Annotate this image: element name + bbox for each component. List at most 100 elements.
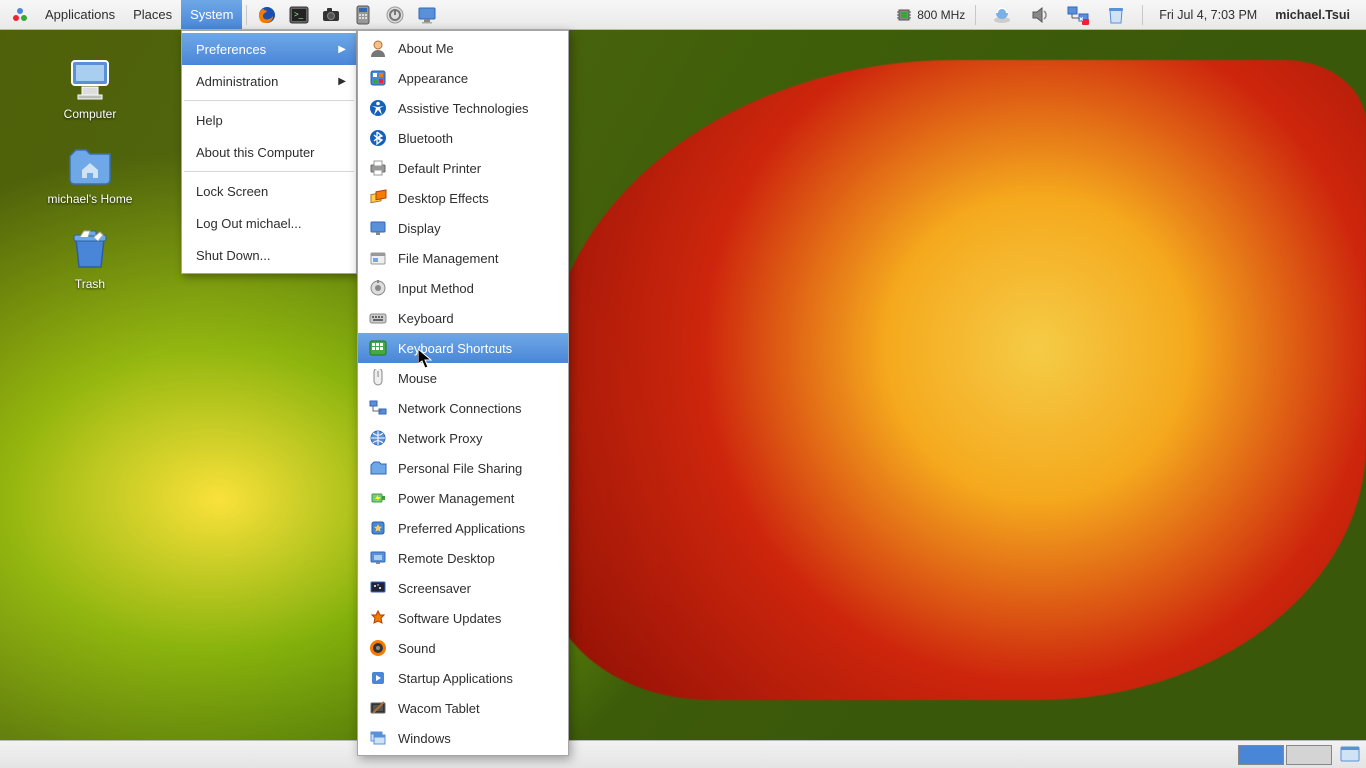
preferences-item-bluetooth[interactable]: Bluetooth [358, 123, 568, 153]
cpu-freq-label: 800 MHz [917, 8, 965, 22]
a11y-icon [368, 98, 388, 118]
desktop-icon-trash[interactable]: Trash [40, 225, 140, 291]
cpu-freq-applet[interactable]: 800 MHz [895, 6, 965, 24]
show-desktop-icon[interactable] [1338, 745, 1362, 765]
mouse-icon [368, 368, 388, 388]
system-menu-help[interactable]: Help [182, 104, 356, 136]
preferences-item-label: Preferred Applications [398, 521, 525, 536]
preferences-item-net-proxy[interactable]: Network Proxy [358, 423, 568, 453]
preferences-item-appearance[interactable]: Appearance [358, 63, 568, 93]
system-menu-administration[interactable]: Administration▶ [182, 65, 356, 97]
workspace-pager[interactable] [1236, 743, 1334, 767]
preferences-item-label: Power Management [398, 491, 514, 506]
system-menu: Preferences▶ Administration▶ Help About … [181, 30, 357, 274]
preferences-item-label: Bluetooth [398, 131, 453, 146]
desktop-icon-label: michael's Home [40, 192, 140, 206]
preferences-item-label: Desktop Effects [398, 191, 489, 206]
preferences-item-remote[interactable]: Remote Desktop [358, 543, 568, 573]
menu-item-label: Lock Screen [196, 184, 268, 199]
preferences-item-label: About Me [398, 41, 454, 56]
preferences-item-input[interactable]: Input Method [358, 273, 568, 303]
preferences-item-a11y[interactable]: Assistive Technologies [358, 93, 568, 123]
menu-separator [184, 171, 354, 172]
preferences-item-shortcuts[interactable]: Keyboard Shortcuts [358, 333, 568, 363]
net-proxy-icon [368, 428, 388, 448]
preferences-item-preferred[interactable]: Preferred Applications [358, 513, 568, 543]
printer-icon [368, 158, 388, 178]
preferences-item-power[interactable]: Power Management [358, 483, 568, 513]
menu-places[interactable]: Places [124, 0, 181, 29]
trash-tray-icon[interactable] [1105, 4, 1127, 26]
clock-label: Fri Jul 4, 7:03 PM [1159, 8, 1257, 22]
preferences-item-keyboard[interactable]: Keyboard [358, 303, 568, 333]
preferred-icon [368, 518, 388, 538]
workspace-2[interactable] [1286, 745, 1332, 765]
menu-applications[interactable]: Applications [36, 0, 124, 29]
system-menu-preferences[interactable]: Preferences▶ [182, 33, 356, 65]
preferences-item-label: Display [398, 221, 441, 236]
preferences-item-effects[interactable]: Desktop Effects [358, 183, 568, 213]
distributor-logo-icon[interactable] [9, 4, 31, 26]
net-conn-icon [368, 398, 388, 418]
sound-icon [368, 638, 388, 658]
preferences-item-label: File Management [398, 251, 498, 266]
preferences-item-windows[interactable]: Windows [358, 723, 568, 753]
system-menu-shutdown[interactable]: Shut Down... [182, 239, 356, 271]
panel-right: 800 MHz Fri Jul 4, 7:03 PM michael.Tsui [895, 0, 1362, 29]
preferences-item-display[interactable]: Display [358, 213, 568, 243]
user-menu[interactable]: michael.Tsui [1269, 8, 1356, 22]
menu-item-label: Log Out michael... [196, 216, 302, 231]
terminal-icon[interactable]: >_ [288, 4, 310, 26]
submenu-arrow-icon: ▶ [338, 76, 346, 87]
clock-applet[interactable]: Fri Jul 4, 7:03 PM [1153, 8, 1263, 22]
panel-left: Applications Places System >_ [4, 0, 443, 29]
desktop-icon-home[interactable]: michael's Home [40, 140, 140, 206]
preferences-item-label: Keyboard Shortcuts [398, 341, 512, 356]
panel-separator [1142, 5, 1143, 25]
preferences-item-person[interactable]: About Me [358, 33, 568, 63]
system-menu-logout[interactable]: Log Out michael... [182, 207, 356, 239]
windows-icon [368, 728, 388, 748]
menu-applications-label: Applications [45, 7, 115, 22]
preferences-item-printer[interactable]: Default Printer [358, 153, 568, 183]
preferences-item-label: Default Printer [398, 161, 481, 176]
preferences-item-screensaver[interactable]: Screensaver [358, 573, 568, 603]
system-menu-lock[interactable]: Lock Screen [182, 175, 356, 207]
effects-icon [368, 188, 388, 208]
preferences-item-startup[interactable]: Startup Applications [358, 663, 568, 693]
home-folder-icon [66, 140, 114, 188]
preferences-item-file-share[interactable]: Personal File Sharing [358, 453, 568, 483]
preferences-item-updates[interactable]: Software Updates [358, 603, 568, 633]
bluetooth-icon [368, 128, 388, 148]
monitor-icon[interactable] [416, 4, 438, 26]
software-update-icon[interactable] [991, 4, 1013, 26]
firefox-icon[interactable] [256, 4, 278, 26]
workspace-1[interactable] [1238, 745, 1284, 765]
appearance-icon [368, 68, 388, 88]
person-icon [368, 38, 388, 58]
menu-item-label: About this Computer [196, 145, 315, 160]
power-icon [368, 488, 388, 508]
preferences-item-label: Windows [398, 731, 451, 746]
menu-system-label: System [190, 7, 233, 22]
power-button-icon[interactable] [384, 4, 406, 26]
network-icon[interactable] [1067, 4, 1089, 26]
calculator-icon[interactable] [352, 4, 374, 26]
screensaver-icon [368, 578, 388, 598]
preferences-item-file-mgr[interactable]: File Management [358, 243, 568, 273]
preferences-item-label: Input Method [398, 281, 474, 296]
menu-item-label: Help [196, 113, 223, 128]
preferences-item-label: Wacom Tablet [398, 701, 480, 716]
camera-icon[interactable] [320, 4, 342, 26]
menu-system[interactable]: System [181, 0, 242, 29]
preferences-item-net-conn[interactable]: Network Connections [358, 393, 568, 423]
volume-icon[interactable] [1029, 4, 1051, 26]
preferences-item-label: Sound [398, 641, 436, 656]
desktop-icon-computer[interactable]: Computer [40, 55, 140, 121]
system-menu-about[interactable]: About this Computer [182, 136, 356, 168]
preferences-item-wacom[interactable]: Wacom Tablet [358, 693, 568, 723]
preferences-item-mouse[interactable]: Mouse [358, 363, 568, 393]
preferences-item-sound[interactable]: Sound [358, 633, 568, 663]
trash-icon [66, 225, 114, 273]
preferences-item-label: Remote Desktop [398, 551, 495, 566]
